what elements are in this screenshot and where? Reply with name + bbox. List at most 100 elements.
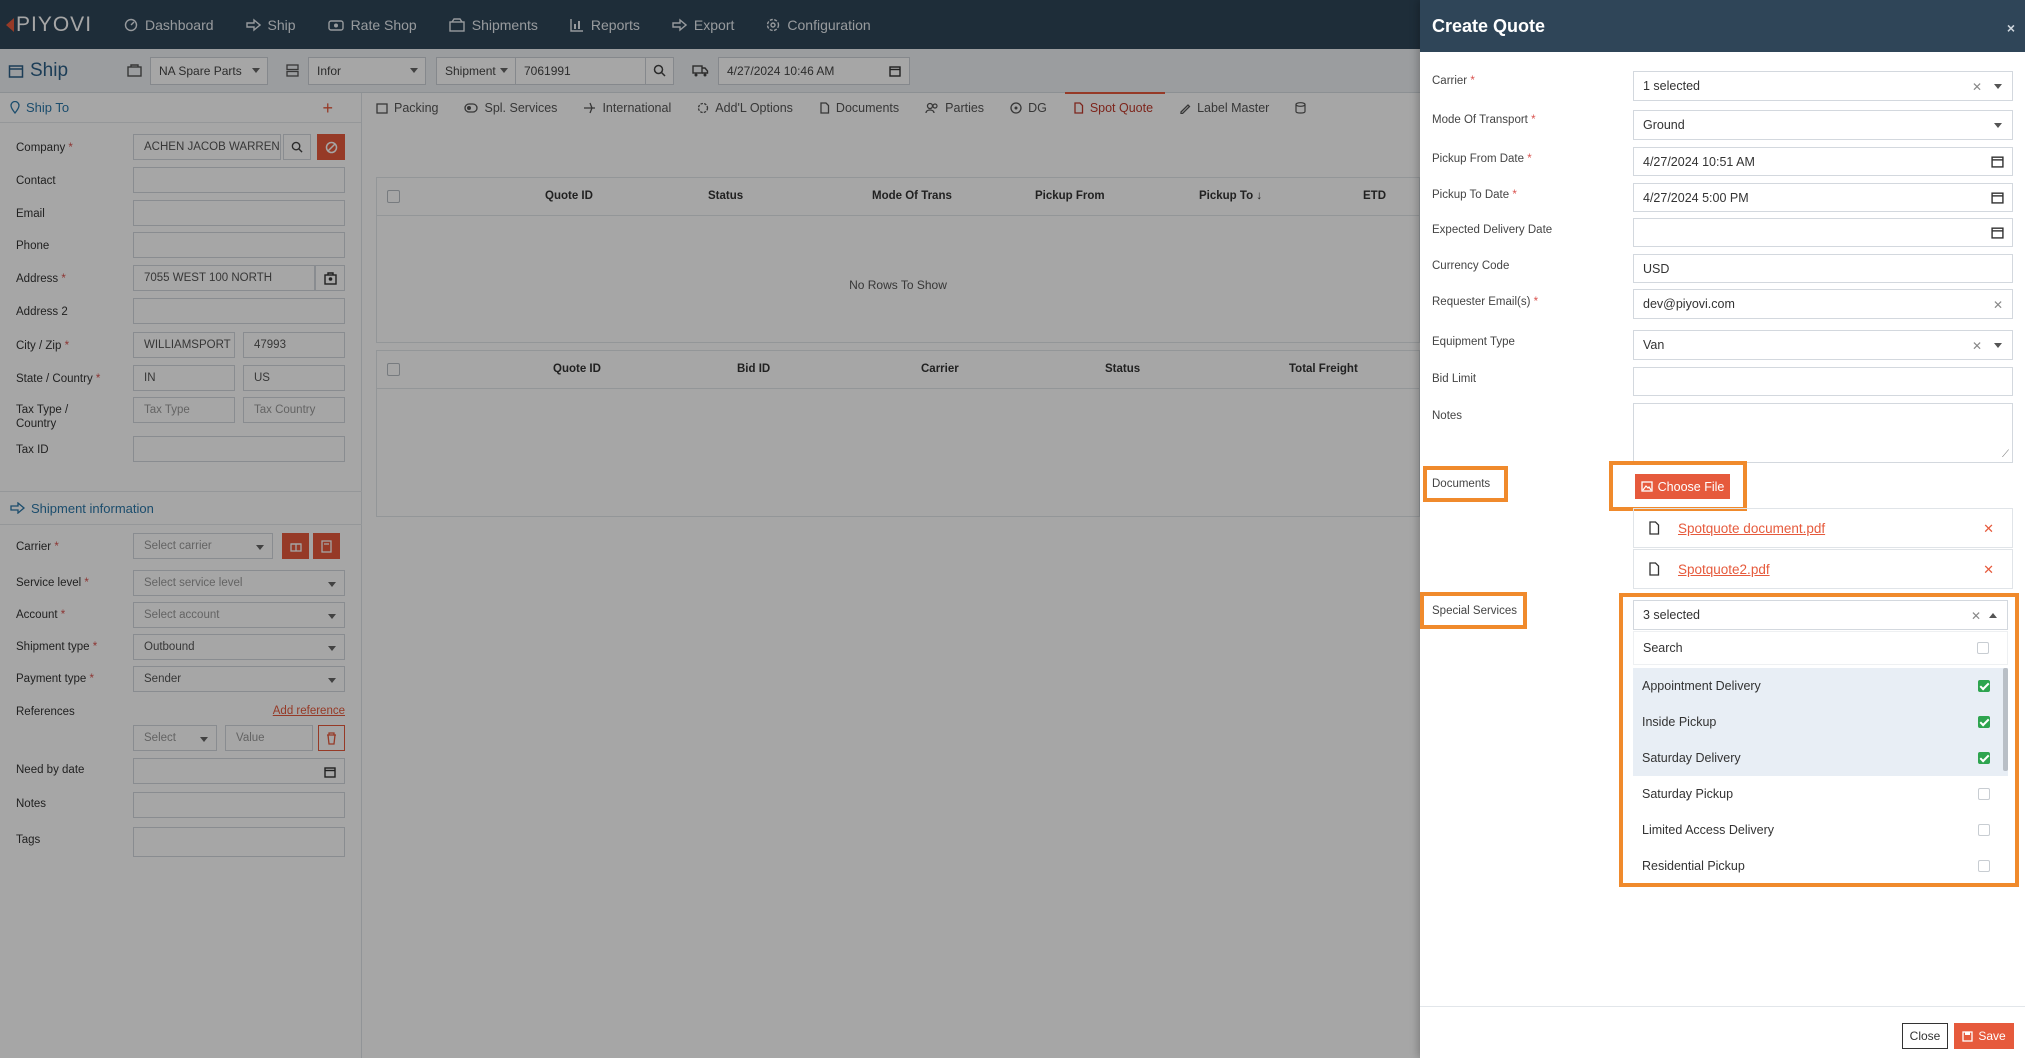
nav-reports[interactable]: Reports	[570, 17, 640, 33]
nav-shipments[interactable]: Shipments	[449, 17, 538, 33]
country-input[interactable]: US	[243, 365, 345, 391]
add-reference-link[interactable]: Add reference	[273, 705, 345, 717]
need-by-date-input[interactable]	[133, 758, 345, 784]
special-service-option[interactable]: Residential Pickup	[1633, 848, 2008, 884]
zip-input[interactable]: 47993	[243, 332, 345, 358]
shipment-number-input[interactable]: 7061991	[516, 56, 646, 85]
special-service-option[interactable]: Saturday Pickup	[1633, 776, 2008, 812]
calendar-icon[interactable]	[1991, 226, 2004, 239]
address2-input[interactable]	[133, 298, 345, 324]
account-select[interactable]: Select account	[133, 602, 345, 628]
col-etd[interactable]: ETD	[1363, 190, 1386, 202]
col-pickup-to[interactable]: Pickup To ↓	[1199, 190, 1262, 202]
truck-icon-button[interactable]	[686, 57, 714, 85]
carrier-calculator-button[interactable]	[313, 533, 340, 559]
tax-id-input[interactable]	[133, 436, 345, 462]
option-checkbox[interactable]	[1978, 680, 1990, 692]
select-all-checkbox[interactable]	[387, 363, 400, 376]
special-service-option[interactable]: Limited Access Delivery	[1633, 812, 2008, 848]
special-services-select[interactable]: 3 selected ✕	[1633, 600, 2008, 630]
expected-delivery-date-input[interactable]	[1633, 218, 2013, 247]
tax-type-input[interactable]: Tax Type	[133, 397, 235, 423]
special-service-option[interactable]: Saturday Delivery	[1633, 740, 2008, 776]
tab-parties[interactable]: Parties	[925, 93, 984, 123]
select-all-checkbox[interactable]	[387, 190, 400, 203]
carrier-gift-button[interactable]	[282, 533, 309, 559]
location-select[interactable]: NA Spare Parts	[150, 56, 268, 85]
remove-document-icon[interactable]: ✕	[1983, 521, 1994, 537]
clear-icon[interactable]: ✕	[1971, 609, 1981, 623]
ref-type-select[interactable]: Shipment	[436, 56, 516, 85]
city-input[interactable]: WILLIAMSPORT	[133, 332, 235, 358]
phone-input[interactable]	[133, 232, 345, 258]
special-services-search[interactable]: Search	[1633, 631, 2008, 665]
reference-type-select[interactable]: Select	[133, 725, 217, 751]
state-input[interactable]: IN	[133, 365, 235, 391]
tags-input[interactable]	[133, 827, 345, 857]
reference-value-input[interactable]: Value	[225, 725, 313, 751]
tab-special-services[interactable]: Spl. Services	[464, 93, 557, 123]
col-bid-id[interactable]: Bid ID	[737, 363, 770, 375]
ship-datetime-input[interactable]: 4/27/2024 10:46 AM	[718, 56, 910, 85]
document-link[interactable]: Spotquote document.pdf	[1678, 521, 1825, 536]
tab-database[interactable]	[1295, 93, 1306, 123]
shipment-type-select[interactable]: Outbound	[133, 634, 345, 660]
option-checkbox[interactable]	[1978, 716, 1990, 728]
option-checkbox[interactable]	[1978, 824, 1990, 836]
mode-of-transport-select[interactable]: Ground	[1633, 110, 2013, 140]
search-button[interactable]	[646, 56, 674, 85]
app-logo[interactable]: PIYOVI	[6, 13, 92, 37]
remove-document-icon[interactable]: ✕	[1983, 562, 1994, 578]
payment-type-select[interactable]: Sender	[133, 666, 345, 692]
pickup-to-date-input[interactable]: 4/27/2024 5:00 PM	[1633, 183, 2013, 212]
close-button[interactable]: Close	[1902, 1023, 1948, 1049]
col-carrier[interactable]: Carrier	[921, 363, 959, 375]
erp-icon-button[interactable]	[278, 57, 306, 85]
contact-input[interactable]	[133, 167, 345, 193]
service-level-select[interactable]: Select service level	[133, 570, 345, 596]
address-input[interactable]: 7055 WEST 100 NORTH	[133, 265, 315, 291]
notes-textarea[interactable]	[133, 792, 345, 818]
nav-rate-shop[interactable]: Rate Shop	[327, 17, 417, 33]
option-checkbox[interactable]	[1978, 752, 1990, 764]
quote-carrier-select[interactable]: 1 selected ✕	[1633, 71, 2013, 101]
clear-icon[interactable]: ✕	[1993, 298, 2003, 312]
email-input[interactable]	[133, 200, 345, 226]
option-checkbox[interactable]	[1978, 860, 1990, 872]
tab-packing[interactable]: Packing	[376, 93, 438, 123]
col-quote-id[interactable]: Quote ID	[545, 190, 593, 202]
col-status[interactable]: Status	[708, 190, 743, 202]
clear-icon[interactable]: ✕	[1972, 80, 1982, 94]
tab-dg[interactable]: DG	[1010, 93, 1047, 123]
close-icon[interactable]: ×	[2007, 20, 2015, 36]
quote-notes-textarea[interactable]: ⟋	[1633, 403, 2013, 463]
col-status[interactable]: Status	[1105, 363, 1140, 375]
dropdown-scrollbar[interactable]	[2003, 668, 2008, 771]
option-checkbox[interactable]	[1978, 788, 1990, 800]
nav-dashboard[interactable]: Dashboard	[124, 17, 214, 33]
add-icon[interactable]: +	[322, 98, 333, 119]
nav-export[interactable]: Export	[672, 17, 734, 33]
col-total-freight[interactable]: Total Freight	[1289, 363, 1358, 375]
select-all-checkbox[interactable]	[1977, 642, 1989, 654]
special-service-option[interactable]: Appointment Delivery	[1633, 668, 2008, 704]
tab-label-master[interactable]: Label Master	[1179, 93, 1269, 123]
tab-international[interactable]: International	[583, 93, 671, 123]
calendar-icon[interactable]	[1991, 191, 2004, 204]
address-book-button[interactable]	[315, 265, 345, 291]
col-mode-of-trans[interactable]: Mode Of Trans	[872, 190, 952, 202]
requester-email-input[interactable]: dev@piyovi.com ✕	[1633, 289, 2013, 319]
nav-ship[interactable]: Ship	[245, 17, 296, 33]
location-icon-button[interactable]	[120, 57, 148, 85]
tab-spot-quote[interactable]: Spot Quote	[1064, 92, 1166, 123]
tab-documents[interactable]: Documents	[819, 93, 899, 123]
pickup-from-date-input[interactable]: 4/27/2024 10:51 AM	[1633, 147, 2013, 176]
clear-icon[interactable]: ✕	[1972, 339, 1982, 353]
calendar-icon[interactable]	[1991, 155, 2004, 168]
resize-handle-icon[interactable]: ⟋	[2002, 449, 2009, 460]
bid-limit-input[interactable]	[1633, 367, 2013, 396]
equipment-type-select[interactable]: Van ✕	[1633, 330, 2013, 360]
company-clear-button[interactable]	[317, 134, 345, 160]
delete-reference-button[interactable]	[318, 725, 345, 751]
tax-country-input[interactable]: Tax Country	[243, 397, 345, 423]
